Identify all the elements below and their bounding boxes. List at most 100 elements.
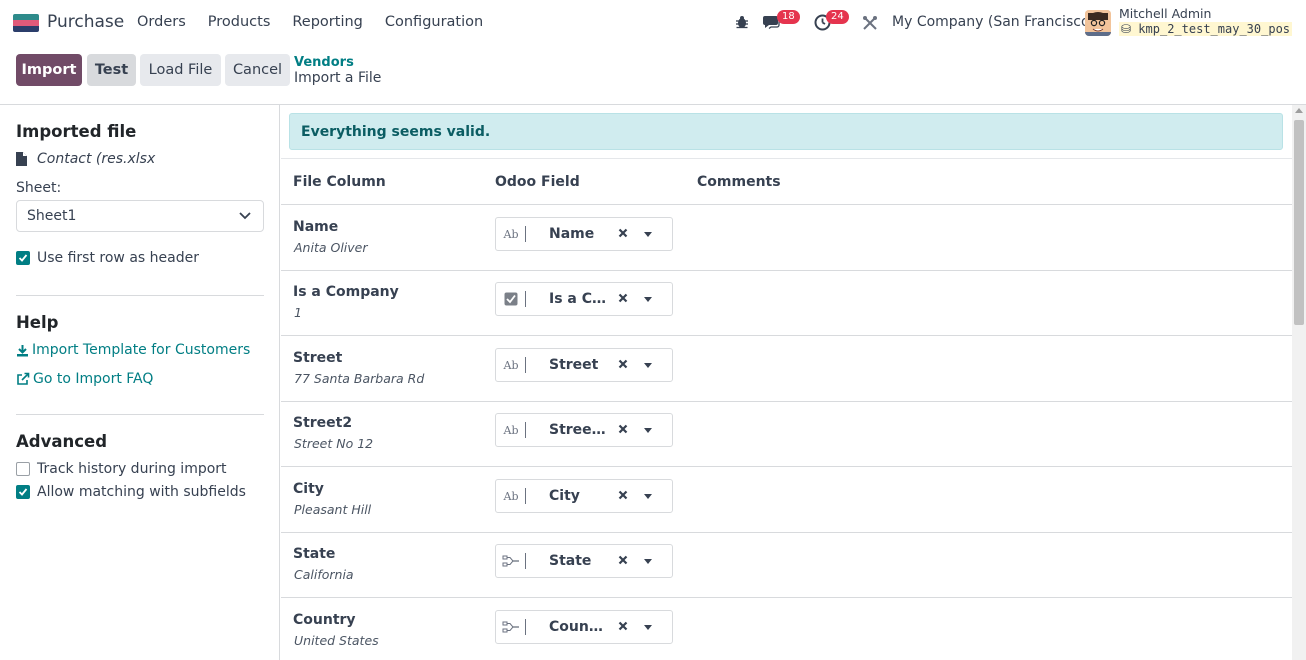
caret-down-icon[interactable] xyxy=(644,494,652,499)
table-row: City Pleasant Hill Ab City xyxy=(281,467,1292,533)
app-menu-icon[interactable] xyxy=(13,14,39,32)
odoo-field-select[interactable]: Is a Company xyxy=(495,282,673,316)
check-icon xyxy=(18,254,28,262)
odoo-field-value: Street xyxy=(549,357,599,373)
menu-item-orders[interactable]: Orders xyxy=(137,14,186,30)
odoo-field-select[interactable]: Country xyxy=(495,610,673,644)
import-template-link[interactable]: Import Template for Customers xyxy=(16,342,250,358)
allow-matching-checkbox[interactable] xyxy=(16,485,30,499)
table-row: Street 77 Santa Barbara Rd Ab Street xyxy=(281,336,1292,402)
menu-item-configuration[interactable]: Configuration xyxy=(385,14,483,30)
file-column-sample: 1 xyxy=(294,305,302,320)
bug-icon[interactable] xyxy=(735,15,749,29)
track-history-label: Track history during import xyxy=(37,461,227,477)
odoo-field-value: Is a Company xyxy=(549,291,607,307)
chevron-down-icon xyxy=(239,212,251,220)
text-icon: Ab xyxy=(503,358,519,372)
track-history-option[interactable]: Track history during import xyxy=(16,461,227,477)
import-mapping-panel: Everything seems valid. File Column Odoo… xyxy=(281,105,1292,660)
use-first-row-option[interactable]: Use first row as header xyxy=(16,250,199,266)
import-sidebar: Imported file Contact (res.xlsx Sheet: S… xyxy=(0,105,280,660)
clear-field-icon[interactable] xyxy=(618,555,628,565)
checkbox-icon xyxy=(502,291,520,307)
file-column-name: Is a Company xyxy=(293,284,399,300)
field-type-separator xyxy=(525,422,526,438)
field-type-separator xyxy=(525,553,526,569)
user-name[interactable]: Mitchell Admin xyxy=(1119,6,1211,21)
clear-field-icon[interactable] xyxy=(618,490,628,500)
download-icon xyxy=(17,344,28,356)
use-first-row-checkbox[interactable] xyxy=(16,251,30,265)
caret-down-icon[interactable] xyxy=(644,297,652,302)
track-history-checkbox[interactable] xyxy=(16,462,30,476)
table-row: Country United States Country xyxy=(281,598,1292,660)
import-faq-link[interactable]: Go to Import FAQ xyxy=(16,371,153,387)
clear-field-icon[interactable] xyxy=(618,228,628,238)
messages-badge: 18 xyxy=(777,10,800,24)
table-row: Name Anita Oliver Ab Name xyxy=(281,205,1292,271)
user-avatar[interactable] xyxy=(1085,10,1111,36)
file-column-name: Street xyxy=(293,350,343,366)
field-type-separator xyxy=(525,291,526,307)
odoo-field-select[interactable]: Ab Street2 xyxy=(495,413,673,447)
field-type-separator xyxy=(525,357,526,373)
odoo-field-select[interactable]: Ab Name xyxy=(495,217,673,251)
clear-field-icon[interactable] xyxy=(618,424,628,434)
use-first-row-label: Use first row as header xyxy=(37,250,199,266)
clear-field-icon[interactable] xyxy=(618,293,628,303)
odoo-field-select[interactable]: Ab Street xyxy=(495,348,673,382)
caret-down-icon[interactable] xyxy=(644,625,652,630)
file-column-sample: Street No 12 xyxy=(294,436,374,451)
menu-item-reporting[interactable]: Reporting xyxy=(292,14,363,30)
odoo-field-select[interactable]: Ab City xyxy=(495,479,673,513)
breadcrumb-current: Import a File xyxy=(294,70,382,86)
app-name[interactable]: Purchase xyxy=(47,12,124,32)
file-column-sample: United States xyxy=(294,633,379,648)
import-template-label: Import Template for Customers xyxy=(32,342,251,358)
field-type-separator xyxy=(525,619,526,635)
file-column-name: Name xyxy=(293,219,339,235)
odoo-field-value: Name xyxy=(549,226,595,242)
odoo-field-value: Street2 xyxy=(549,422,607,438)
scroll-up-arrow-icon[interactable] xyxy=(1295,108,1303,113)
allow-matching-option[interactable]: Allow matching with subfields xyxy=(16,484,246,500)
tools-icon[interactable] xyxy=(862,15,878,31)
company-switcher[interactable]: My Company (San Francisco) xyxy=(892,14,1095,30)
import-faq-label: Go to Import FAQ xyxy=(33,371,154,387)
table-row: Street2 Street No 12 Ab Street2 xyxy=(281,401,1292,467)
caret-down-icon[interactable] xyxy=(644,428,652,433)
validation-alert: Everything seems valid. xyxy=(289,113,1283,150)
scrollbar-thumb[interactable] xyxy=(1294,120,1304,325)
load-file-button[interactable]: Load File xyxy=(140,54,221,86)
cancel-button[interactable]: Cancel xyxy=(225,54,290,86)
field-type-separator xyxy=(525,488,526,504)
text-icon: Ab xyxy=(503,423,519,437)
file-column-name: Country xyxy=(293,612,356,628)
clear-field-icon[interactable] xyxy=(618,621,628,631)
avatar-image-icon xyxy=(1085,10,1111,36)
breadcrumb-vendors[interactable]: Vendors xyxy=(294,55,354,70)
table-row: Is a Company 1 Is a Company xyxy=(281,270,1292,336)
text-icon: Ab xyxy=(503,489,519,503)
menu-item-products[interactable]: Products xyxy=(208,14,271,30)
table-row: State California State xyxy=(281,532,1292,598)
sheet-select[interactable]: Sheet1 xyxy=(16,200,264,232)
clear-field-icon[interactable] xyxy=(618,359,628,369)
caret-down-icon[interactable] xyxy=(644,232,652,237)
file-column-name: State xyxy=(293,546,336,562)
odoo-field-value: Country xyxy=(549,619,607,635)
file-icon xyxy=(16,152,27,166)
file-column-name: City xyxy=(293,481,324,497)
caret-down-icon[interactable] xyxy=(644,559,652,564)
file-column-sample: Anita Oliver xyxy=(294,240,368,255)
top-navbar: Purchase Orders Products Reporting Confi… xyxy=(0,0,1306,46)
odoo-field-select[interactable]: State xyxy=(495,544,673,578)
odoo-field-value: State xyxy=(549,553,592,569)
sheet-select-value: Sheet1 xyxy=(27,208,77,224)
file-column-sample: 77 Santa Barbara Rd xyxy=(294,371,425,386)
mapping-table-header: File Column Odoo Field Comments xyxy=(281,158,1292,205)
caret-down-icon[interactable] xyxy=(644,363,652,368)
test-button[interactable]: Test xyxy=(87,54,136,86)
import-button[interactable]: Import xyxy=(16,54,82,86)
file-name-line: Contact (res.xlsx xyxy=(16,151,155,167)
